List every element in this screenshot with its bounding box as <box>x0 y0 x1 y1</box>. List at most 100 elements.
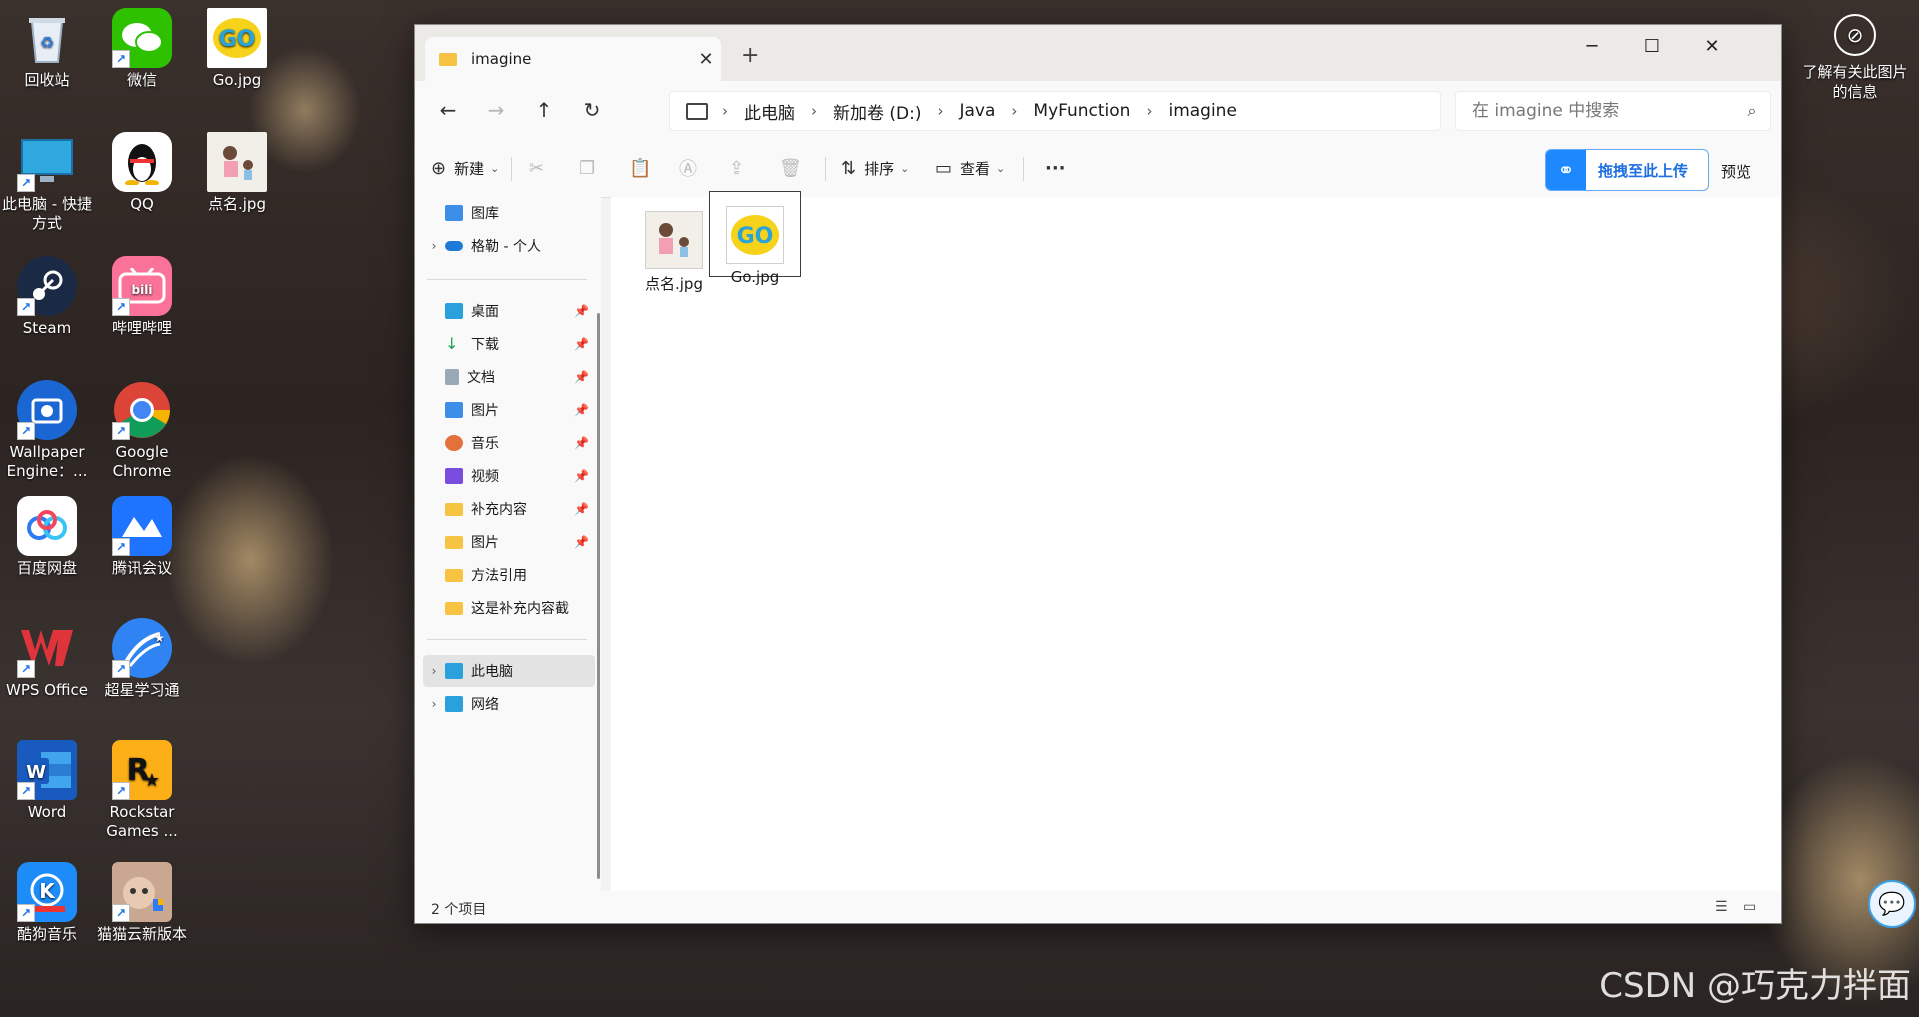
chevron-right-icon[interactable]: › <box>423 697 445 711</box>
pictures-icon <box>445 402 463 418</box>
search-icon[interactable]: ⌕ <box>1734 101 1770 121</box>
baidu-netdisk-icon <box>17 496 77 556</box>
close-tab-icon[interactable]: ✕ <box>691 49 721 70</box>
large-icons-view-icon[interactable]: ▭ <box>1743 899 1756 915</box>
share-button[interactable]: ⇪ <box>729 151 752 185</box>
sidebar-item-desktop[interactable]: 桌面 📌 <box>423 295 595 327</box>
details-view-icon[interactable]: ☰ <box>1715 899 1728 915</box>
desktop-icon-tencent-meeting[interactable]: ↗ 腾讯会议 <box>94 496 190 578</box>
new-button[interactable]: ⊕ 新建 ⌄ <box>431 151 499 185</box>
wallpaper-info-link[interactable]: ⊘ 了解有关此图片的信息 <box>1800 14 1910 102</box>
sidebar-item-music[interactable]: 音乐 📌 <box>423 427 595 459</box>
pin-icon: 📌 <box>574 337 589 351</box>
desktop-icon-label: Google Chrome <box>112 443 172 480</box>
search-input[interactable] <box>1470 100 1734 122</box>
desktop-icon-rockstar[interactable]: R ★ ↗ Rockstar Games ... <box>94 740 190 841</box>
sidebar-item-this-pc[interactable]: › 此电脑 <box>423 655 595 687</box>
new-tab-button[interactable]: + <box>741 43 759 68</box>
video-icon <box>445 468 463 484</box>
breadcrumb-this-pc[interactable]: 此电脑 <box>744 99 795 124</box>
desktop-icon-wps-office[interactable]: ↗ WPS Office <box>0 618 95 700</box>
desktop-icon-bilibili[interactable]: bili ↗ 哔哩哔哩 <box>94 256 190 338</box>
sidebar-item-label: 桌面 <box>471 304 499 320</box>
sidebar-item-label: 图库 <box>471 206 499 222</box>
desktop-icon-baidu-netdisk[interactable]: 百度网盘 <box>0 496 95 578</box>
sidebar-item-onedrive[interactable]: › 格勒 - 个人 <box>423 230 595 262</box>
desktop-icon-wechat[interactable]: ↗ 微信 <box>94 8 190 90</box>
sidebar-item-label: 方法引用 <box>471 568 527 584</box>
item-count: 2 个项目 <box>431 902 487 918</box>
up-button[interactable]: ↑ <box>529 95 559 125</box>
breadcrumb-imagine[interactable]: imagine <box>1168 101 1236 121</box>
paste-button[interactable]: 📋 <box>629 151 659 185</box>
sidebar-item-downloads[interactable]: ↓ 下载 📌 <box>423 328 595 360</box>
desktop-icon-go-jpg[interactable]: GO Go.jpg <box>189 8 285 90</box>
preview-button[interactable]: 预览 <box>1721 161 1751 182</box>
forward-button[interactable]: → <box>481 95 511 125</box>
address-bar[interactable]: › 此电脑 › 新加卷 (D:) › Java › MyFunction › i… <box>669 91 1441 131</box>
word-icon: W ↗ <box>17 740 77 800</box>
refresh-button[interactable]: ↻ <box>577 95 607 125</box>
desktop-icon-dianming-jpg[interactable]: 点名.jpg <box>189 132 285 214</box>
more-options-button[interactable]: ··· <box>1045 151 1074 185</box>
file-item-go[interactable]: GO Go.jpg <box>709 191 801 286</box>
desktop-icon-wallpaper-engine[interactable]: ↗ Wallpaper Engine：... <box>0 380 95 481</box>
desktop-icon-label: Go.jpg <box>212 71 262 89</box>
sidebar-item-documents[interactable]: 文档 📌 <box>423 361 595 393</box>
folder-icon <box>445 601 463 615</box>
shortcut-arrow-icon: ↗ <box>112 660 130 678</box>
share-icon: ⇪ <box>729 157 745 179</box>
back-button[interactable]: ← <box>433 95 463 125</box>
minimize-button[interactable]: ─ <box>1563 31 1621 63</box>
chevron-down-icon: ⌄ <box>900 161 910 175</box>
divider <box>427 279 587 280</box>
desktop-icon-maomao-cloud[interactable]: ↗ 猫猫云新版本 <box>94 862 190 944</box>
chevron-right-icon[interactable]: › <box>811 102 817 120</box>
pin-icon: 📌 <box>574 370 589 384</box>
sidebar-item-network[interactable]: › 网络 <box>423 688 595 720</box>
sidebar-item-gallery[interactable]: 图库 <box>423 197 595 229</box>
copy-button[interactable]: ❐ <box>579 151 603 185</box>
sidebar-item-supplement-screenshot[interactable]: 这是补充内容截 <box>423 592 595 624</box>
sidebar-item-videos[interactable]: 视频 📌 <box>423 460 595 492</box>
sidebar-scrollbar[interactable] <box>597 313 600 879</box>
desktop-icon-chaoxing[interactable]: ★ ↗ 超星学习通 <box>94 618 190 700</box>
kugou-icon: K ↗ <box>17 862 77 922</box>
file-list-area[interactable]: 点名.jpg GO Go.jpg <box>611 191 1781 891</box>
close-window-button[interactable]: ✕ <box>1683 31 1741 63</box>
chevron-right-icon[interactable]: › <box>423 239 445 253</box>
desktop-icon-label: 哔哩哔哩 <box>111 319 172 337</box>
file-item-dianming[interactable]: 点名.jpg <box>629 205 719 293</box>
sidebar-item-method-reference[interactable]: 方法引用 <box>423 559 595 591</box>
desktop-icon-qq[interactable]: QQ <box>94 132 190 214</box>
desktop-icon-google-chrome[interactable]: ↗ Google Chrome <box>94 380 190 481</box>
chevron-right-icon[interactable]: › <box>938 102 944 120</box>
desktop-icon-steam[interactable]: ↗ Steam <box>0 256 95 338</box>
maximize-button[interactable]: ☐ <box>1623 31 1681 63</box>
tab-imagine[interactable]: imagine ✕ <box>425 37 721 81</box>
breadcrumb-drive-d[interactable]: 新加卷 (D:) <box>833 99 922 124</box>
sort-button[interactable]: ⇅ 排序 ⌄ <box>841 151 909 185</box>
sidebar-item-supplement[interactable]: 补充内容 📌 <box>423 493 595 525</box>
breadcrumb-java[interactable]: Java <box>960 101 996 121</box>
file-name: Go.jpg <box>730 268 780 286</box>
delete-button[interactable]: 🗑 <box>779 151 810 185</box>
view-button[interactable]: ▭ 查看 ⌄ <box>935 151 1005 185</box>
sidebar-item-pictures-folder[interactable]: 图片 📌 <box>423 526 595 558</box>
desktop-icon-this-pc[interactable]: ↗ 此电脑 - 快捷方式 <box>0 132 95 233</box>
desktop-icon-label: 回收站 <box>24 71 70 89</box>
rename-button[interactable]: Ⓐ <box>679 151 705 185</box>
chevron-right-icon[interactable]: › <box>1146 102 1152 120</box>
floating-chat-icon[interactable]: 💬 <box>1868 880 1916 928</box>
folder-icon <box>439 52 457 66</box>
cut-button[interactable]: ✂ <box>529 151 552 185</box>
chevron-right-icon[interactable]: › <box>1011 102 1017 120</box>
baidu-upload-button[interactable]: ⚭ 拖拽至此上传 <box>1545 149 1709 191</box>
desktop-icon-word[interactable]: W ↗ Word <box>0 740 95 822</box>
sidebar-item-pictures[interactable]: 图片 📌 <box>423 394 595 426</box>
desktop-icon-kugou[interactable]: K ↗ 酷狗音乐 <box>0 862 95 944</box>
breadcrumb-myfunction[interactable]: MyFunction <box>1033 101 1130 121</box>
desktop-icon-recycle-bin[interactable]: ♻ 回收站 <box>0 8 95 90</box>
chevron-right-icon[interactable]: › <box>423 664 445 678</box>
shortcut-arrow-icon: ↗ <box>17 422 35 440</box>
